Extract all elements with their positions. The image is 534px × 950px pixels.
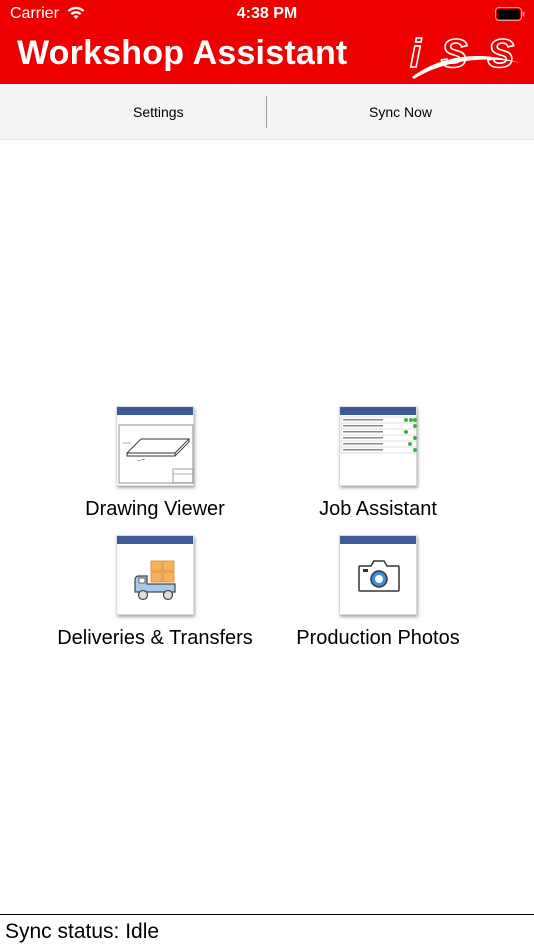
toolbar: Settings Sync Now: [0, 84, 534, 140]
settings-label: Settings: [133, 104, 184, 120]
app-header: Carrier 4:38 PM Workshop Assistant iSS: [0, 0, 534, 84]
job-assistant-tile[interactable]: Job Assistant: [260, 406, 496, 526]
sync-now-button[interactable]: Sync Now: [267, 84, 534, 140]
drawing-viewer-tile[interactable]: Drawing Viewer: [37, 406, 273, 526]
deliveries-transfers-label: Deliveries & Transfers: [57, 627, 253, 649]
app-title: Workshop Assistant: [17, 34, 348, 72]
production-photos-label: Production Photos: [296, 627, 460, 649]
iss-logo: iSS: [409, 31, 520, 79]
status-bar: Carrier 4:38 PM: [0, 0, 534, 28]
settings-button[interactable]: Settings: [0, 84, 266, 140]
camera-icon: [339, 535, 417, 615]
sync-status-text: Sync status: Idle: [5, 920, 160, 943]
production-photos-tile[interactable]: Production Photos: [260, 535, 496, 655]
job-list-icon: [339, 406, 418, 486]
deliveries-transfers-tile[interactable]: Deliveries & Transfers: [37, 535, 273, 655]
drawing-viewer-label: Drawing Viewer: [85, 498, 225, 520]
job-assistant-label: Job Assistant: [319, 498, 437, 520]
status-footer: Sync status: Idle: [0, 914, 534, 950]
drawing-icon: [116, 406, 194, 486]
sync-now-label: Sync Now: [368, 104, 433, 120]
clock: 4:38 PM: [236, 5, 298, 22]
delivery-truck-icon: [116, 535, 194, 615]
battery-icon: [495, 7, 525, 21]
